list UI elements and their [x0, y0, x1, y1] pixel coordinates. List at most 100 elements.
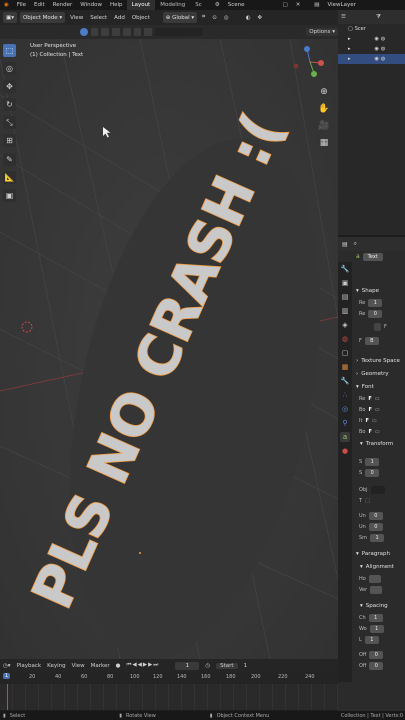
- object-name-field[interactable]: Text: [362, 252, 383, 261]
- font-browse-icon[interactable]: F: [369, 429, 372, 435]
- viewlayer-name[interactable]: ViewLayer: [324, 2, 360, 8]
- collection-tab-icon[interactable]: ▢: [340, 348, 350, 358]
- cursor-tool-icon[interactable]: ◎: [3, 62, 16, 75]
- overlay-icon[interactable]: [133, 28, 142, 36]
- offset-x-field[interactable]: 0: [369, 650, 384, 659]
- viewlayer-icon[interactable]: ▤: [310, 2, 323, 8]
- render-tab-icon[interactable]: ▣: [340, 278, 350, 288]
- transform-tool-icon[interactable]: ⊞: [3, 134, 16, 147]
- section-alignment[interactable]: ▾ Alignment: [354, 560, 405, 573]
- section-shape[interactable]: ▾ Shape: [354, 284, 405, 297]
- add-cube-tool-icon[interactable]: ▣: [3, 189, 16, 202]
- outliner-row[interactable]: ▸ ◉ ◍: [338, 44, 405, 54]
- resolution-render-field[interactable]: 0: [368, 309, 383, 318]
- curve-picker-icon[interactable]: ⬚: [365, 498, 370, 504]
- xray-icon[interactable]: [144, 28, 153, 36]
- outliner-row[interactable]: ▸ ◉ ◍: [338, 34, 405, 44]
- section-font[interactable]: ▾ Font: [354, 380, 405, 393]
- material-tab-icon[interactable]: ●: [340, 446, 350, 456]
- object-tab-icon[interactable]: ▦: [340, 362, 350, 372]
- section-transform[interactable]: ▾ Transform: [354, 437, 405, 450]
- font-folder-icon[interactable]: ▭: [375, 396, 380, 402]
- scene-icon[interactable]: ⚙: [211, 2, 224, 8]
- camera-view-icon[interactable]: 🎥: [318, 120, 330, 132]
- size-field[interactable]: 1: [365, 457, 380, 466]
- blender-logo-icon[interactable]: ◉: [0, 2, 13, 8]
- start-frame-value[interactable]: 1: [244, 663, 248, 669]
- section-texture-space[interactable]: › Texture Space: [354, 354, 405, 367]
- menu-timeline-view[interactable]: View: [72, 663, 85, 669]
- fill-deform-checkbox[interactable]: [374, 323, 381, 331]
- zoom-icon[interactable]: ⊕: [318, 86, 330, 98]
- properties-editor-icon[interactable]: ▤: [342, 241, 348, 248]
- shading-rendered-icon[interactable]: [122, 28, 131, 36]
- snap-icon[interactable]: ⊙: [210, 15, 219, 21]
- menu-edit[interactable]: Edit: [30, 2, 49, 8]
- output-tab-icon[interactable]: ▤: [340, 292, 350, 302]
- expand-arrow-icon[interactable]: ▸: [348, 56, 351, 62]
- section-paragraph[interactable]: ▾ Paragraph: [354, 547, 405, 560]
- gizmo-toggle-icon[interactable]: ✥: [256, 15, 265, 21]
- view-layer-tab-icon[interactable]: ▥: [340, 306, 350, 316]
- workspace-tab-sculpting[interactable]: Sc: [190, 0, 207, 10]
- ortho-toggle-icon[interactable]: ▦: [318, 137, 330, 149]
- shading-material-icon[interactable]: [112, 28, 120, 36]
- clock-icon[interactable]: ◷: [205, 663, 210, 669]
- offset-y-field[interactable]: 0: [369, 661, 384, 670]
- scene-browse-icon[interactable]: ▢: [278, 2, 291, 8]
- constraints-tab-icon[interactable]: ⚲: [340, 418, 350, 428]
- rotate-tool-icon[interactable]: ↻: [3, 98, 16, 111]
- playhead-frame[interactable]: 1: [3, 673, 11, 679]
- expand-arrow-icon[interactable]: ▸: [348, 36, 351, 42]
- outliner-row-scene-collection[interactable]: ▢ Scer: [338, 24, 405, 34]
- shading-solid-icon[interactable]: [101, 28, 110, 36]
- playback-controls[interactable]: ⏮◀◀▶▶⏭: [126, 662, 159, 669]
- menu-view[interactable]: View: [68, 15, 85, 21]
- menu-select[interactable]: Select: [88, 15, 109, 21]
- current-frame-field[interactable]: 1: [175, 661, 200, 670]
- workspace-tab-modeling[interactable]: Modeling: [155, 0, 190, 10]
- pan-hand-icon[interactable]: ✋: [318, 103, 330, 115]
- object-font-field[interactable]: [370, 485, 385, 494]
- gizmo-y-icon[interactable]: [311, 71, 317, 77]
- filter-icon[interactable]: [155, 28, 204, 36]
- editor-type-button[interactable]: ▣▾: [3, 12, 17, 23]
- gizmo-x-icon[interactable]: [318, 60, 324, 66]
- timeline-ruler[interactable]: 1 20 40 60 80 100 120 140 160 180 200 22…: [0, 672, 338, 684]
- visibility-eye-icon[interactable]: ◉: [375, 46, 379, 52]
- underline-position-field[interactable]: 0: [368, 511, 383, 520]
- data-tab-icon[interactable]: a: [340, 432, 350, 442]
- scene-name[interactable]: Scene: [224, 2, 249, 8]
- particles-tab-icon[interactable]: ∴: [340, 390, 350, 400]
- properties-search-icon[interactable]: ⌕: [354, 240, 357, 248]
- mode-selector[interactable]: Object Mode ▾: [19, 12, 66, 23]
- scene-tab-icon[interactable]: ◈: [340, 320, 350, 330]
- resolution-preview-field[interactable]: 1: [368, 298, 383, 307]
- workspace-tab-layout[interactable]: Layout: [126, 0, 156, 10]
- section-spacing[interactable]: ▾ Spacing: [354, 599, 405, 612]
- select-box-tool-icon[interactable]: ⬚: [3, 44, 16, 57]
- options-dropdown[interactable]: Options ▾: [306, 28, 339, 36]
- measure-tool-icon[interactable]: 📐: [3, 171, 16, 184]
- camera-restrict-icon[interactable]: ◍: [381, 56, 385, 62]
- menu-help[interactable]: Help: [106, 2, 127, 8]
- pivot-icon[interactable]: ⌗: [200, 14, 207, 21]
- expand-arrow-icon[interactable]: ▸: [348, 46, 351, 52]
- menu-add[interactable]: Add: [112, 15, 127, 21]
- visibility-icon[interactable]: ◐: [244, 15, 253, 21]
- 3d-viewport[interactable]: PLS NO CRASH :(: [0, 39, 338, 659]
- menu-marker[interactable]: Marker: [91, 663, 110, 669]
- navigation-gizmo[interactable]: [292, 44, 328, 80]
- fill-mode-select[interactable]: B: [364, 336, 379, 345]
- proportional-edit-icon[interactable]: ◎: [222, 15, 231, 21]
- selectability-icon[interactable]: [80, 28, 88, 36]
- font-folder-icon[interactable]: ▭: [375, 407, 380, 413]
- visibility-eye-icon[interactable]: ◉: [375, 36, 379, 42]
- gizmo-z-icon[interactable]: [304, 46, 310, 52]
- font-folder-icon[interactable]: ▭: [375, 429, 380, 435]
- font-browse-icon[interactable]: F: [365, 418, 368, 424]
- menu-playback[interactable]: Playback: [17, 663, 42, 669]
- font-folder-icon[interactable]: ▭: [372, 418, 377, 424]
- outliner-filter-icon[interactable]: ⧩: [376, 14, 381, 21]
- menu-keying[interactable]: Keying: [47, 663, 65, 669]
